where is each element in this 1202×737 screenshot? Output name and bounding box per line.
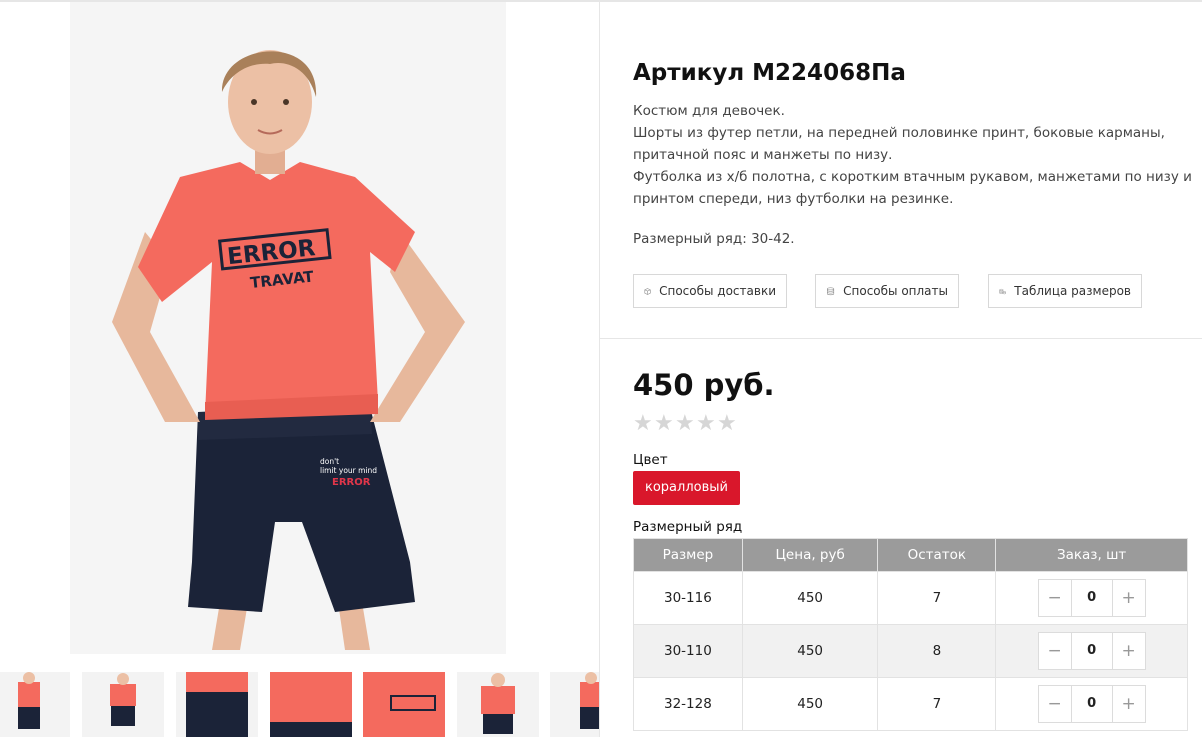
quantity-stepper: − 0 + — [1037, 685, 1146, 723]
cell-size: 32-128 — [633, 677, 743, 731]
cell-order: − 0 + — [995, 677, 1188, 731]
quantity-stepper: − 0 + — [1037, 579, 1146, 617]
quantity-input[interactable]: 0 — [1070, 633, 1113, 669]
product-gallery: don't limit your mind ERROR ERROR TRAVAT — [0, 2, 599, 737]
color-option-coral[interactable]: коралловый — [633, 471, 740, 505]
quantity-stepper: − 0 + — [1037, 632, 1146, 670]
table-row: 32-128 450 7 − 0 + — [633, 677, 1188, 731]
star-icon[interactable]: ★ — [633, 413, 654, 435]
star-icon[interactable]: ★ — [654, 413, 675, 435]
payment-methods-label: Способы оплаты — [843, 284, 948, 298]
increase-button[interactable]: + — [1113, 686, 1145, 722]
product-title: Артикул М224068Па — [633, 60, 906, 86]
box-icon — [644, 287, 651, 295]
column-header-size: Размер — [633, 538, 743, 572]
star-icon[interactable]: ★ — [717, 413, 738, 435]
main-product-photo[interactable]: don't limit your mind ERROR ERROR TRAVAT — [70, 2, 506, 654]
cell-size: 30-116 — [633, 571, 743, 625]
size-chart-label: Таблица размеров — [1014, 284, 1131, 298]
product-info-panel: Артикул М224068Па Костюм для девочек. Шо… — [600, 2, 1202, 737]
cell-stock: 7 — [877, 571, 997, 625]
product-description: Костюм для девочек. Шорты из футер петли… — [633, 100, 1192, 210]
star-icon[interactable]: ★ — [675, 413, 696, 435]
thumbnail-2[interactable] — [82, 672, 164, 737]
description-line: принтом спереди, низ футболки на резинке… — [633, 191, 954, 207]
shorts-print-line1: don't — [320, 457, 339, 466]
cell-price: 450 — [741, 624, 879, 678]
table-row: 30-116 450 7 − 0 + — [633, 571, 1188, 625]
decrease-button[interactable]: − — [1039, 633, 1071, 669]
thumbnail-1[interactable] — [0, 672, 70, 737]
increase-button[interactable]: + — [1113, 580, 1145, 616]
thumbnail-7[interactable] — [550, 672, 599, 737]
cell-stock: 8 — [877, 624, 997, 678]
thumbnail-3[interactable] — [176, 672, 258, 737]
coins-icon — [827, 286, 835, 295]
thumbnail-5[interactable] — [363, 672, 445, 737]
thumbnail-6[interactable] — [457, 672, 539, 737]
column-header-order: Заказ, шт — [995, 538, 1188, 572]
increase-button[interactable]: + — [1113, 633, 1145, 669]
thumbnail-4[interactable] — [270, 672, 352, 737]
star-icon[interactable]: ★ — [696, 413, 717, 435]
sizes-order-table: Размер Цена, руб Остаток Заказ, шт 30-11… — [633, 538, 1188, 731]
cell-price: 450 — [741, 571, 879, 625]
shorts-print-line2: limit your mind — [320, 466, 377, 475]
size-chart-button[interactable]: Таблица размеров — [988, 274, 1142, 308]
girl-in-coral-tshirt-illustration: don't limit your mind ERROR ERROR TRAVAT — [70, 2, 506, 654]
quantity-input[interactable]: 0 — [1070, 580, 1113, 616]
description-line: притачной пояс и манжеты по низу. — [633, 147, 893, 163]
column-header-stock: Остаток — [877, 538, 997, 572]
decrease-button[interactable]: − — [1039, 580, 1071, 616]
quantity-input[interactable]: 0 — [1070, 686, 1113, 722]
cell-stock: 7 — [877, 677, 997, 731]
description-line: Шорты из футер петли, на передней полови… — [633, 125, 1165, 141]
decrease-button[interactable]: − — [1039, 686, 1071, 722]
color-label: Цвет — [633, 452, 668, 468]
delivery-methods-label: Способы доставки — [659, 284, 776, 298]
delivery-methods-button[interactable]: Способы доставки — [633, 274, 787, 308]
payment-methods-button[interactable]: Способы оплаты — [815, 274, 959, 308]
coins-stack-icon — [999, 288, 1007, 294]
cell-order: − 0 + — [995, 624, 1188, 678]
product-price: 450 руб. — [633, 368, 775, 402]
product-page: don't limit your mind ERROR ERROR TRAVAT — [0, 0, 1202, 737]
section-divider — [600, 338, 1202, 339]
description-line: Футболка из х/б полотна, с коротким втач… — [633, 169, 1192, 185]
cell-size: 30-110 — [633, 624, 743, 678]
table-header-row: Размер Цена, руб Остаток Заказ, шт — [633, 538, 1188, 572]
description-line: Костюм для девочек. — [633, 103, 785, 119]
column-header-price: Цена, руб — [741, 538, 879, 572]
shorts-print-error: ERROR — [332, 477, 371, 488]
table-row: 30-110 450 8 − 0 + — [633, 624, 1188, 678]
sizes-table-label: Размерный ряд — [633, 519, 743, 535]
cell-order: − 0 + — [995, 571, 1188, 625]
rating-stars: ★ ★ ★ ★ ★ — [633, 413, 738, 435]
cell-price: 450 — [741, 677, 879, 731]
size-range-text: Размерный ряд: 30-42. — [633, 231, 795, 247]
thumbnail-strip — [0, 672, 599, 737]
